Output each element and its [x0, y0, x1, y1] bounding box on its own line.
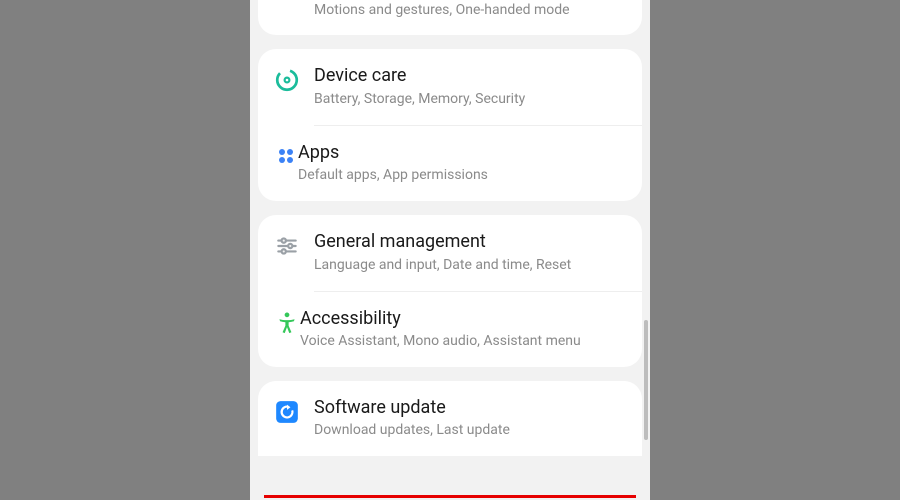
highlight-underline [264, 495, 636, 498]
scrollbar-thumb[interactable] [644, 320, 648, 440]
advanced-features-icon [274, 0, 314, 4]
row-subtitle: Language and input, Date and time, Reset [314, 256, 626, 275]
settings-card: Software update Download updates, Last u… [258, 381, 642, 456]
settings-row-general-management[interactable]: General management Language and input, D… [258, 215, 642, 290]
settings-card: General management Language and input, D… [258, 215, 642, 367]
settings-row-advanced-features[interactable]: Advanced features Motions and gestures, … [258, 0, 642, 35]
row-subtitle: Motions and gestures, One-handed mode [314, 1, 626, 20]
software-update-icon [274, 397, 314, 425]
settings-row-software-update[interactable]: Software update Download updates, Last u… [258, 381, 642, 456]
settings-row-apps[interactable]: Apps Default apps, App permissions [314, 125, 642, 201]
general-management-icon [274, 231, 314, 259]
row-subtitle: Voice Assistant, Mono audio, Assistant m… [300, 332, 626, 351]
row-title: Apps [298, 142, 626, 165]
device-care-icon [274, 65, 314, 93]
row-subtitle: Battery, Storage, Memory, Security [314, 90, 626, 109]
row-subtitle: Download updates, Last update [314, 421, 626, 440]
row-title: Software update [314, 397, 626, 420]
row-title: Accessibility [300, 308, 626, 331]
settings-row-accessibility[interactable]: Accessibility Voice Assistant, Mono audi… [314, 291, 642, 367]
settings-card: Device care Battery, Storage, Memory, Se… [258, 49, 642, 201]
row-subtitle: Default apps, App permissions [298, 166, 626, 185]
settings-card: Advanced features Motions and gestures, … [258, 0, 642, 35]
row-title: Device care [314, 65, 626, 88]
row-title: General management [314, 231, 626, 254]
settings-row-device-care[interactable]: Device care Battery, Storage, Memory, Se… [258, 49, 642, 124]
settings-screen: Advanced features Motions and gestures, … [250, 0, 650, 500]
apps-icon [258, 142, 298, 168]
accessibility-icon [258, 308, 300, 336]
